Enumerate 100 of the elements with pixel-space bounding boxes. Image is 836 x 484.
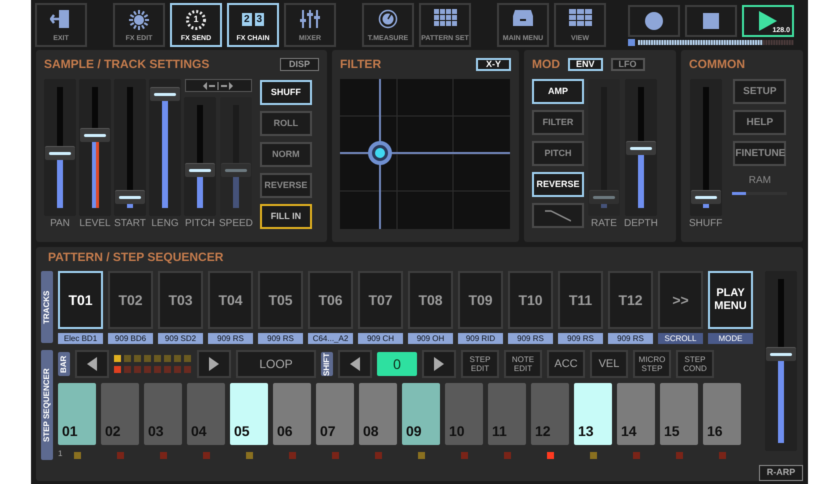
- grid-icon: [434, 9, 456, 26]
- left-triangle-icon: [350, 357, 360, 371]
- fader-label: SHUFF: [689, 219, 722, 229]
- tracks-label: TRACKS: [41, 271, 53, 343]
- play-menu-button[interactable]: PLAY MENU: [708, 271, 753, 329]
- track-button[interactable]: T09: [458, 271, 503, 329]
- chain-slot-number: 3: [254, 12, 264, 26]
- fader-thumb[interactable]: [626, 140, 656, 154]
- edit-button[interactable]: VEL: [590, 350, 628, 378]
- toggle-button[interactable]: FILL IN: [260, 204, 312, 229]
- edit-button[interactable]: STEP COND: [676, 350, 714, 378]
- shift-value: 0: [377, 352, 417, 376]
- step-button[interactable]: 15: [660, 383, 698, 445]
- track-sample-name: 909 BD6: [108, 333, 153, 344]
- edit-button[interactable]: MICRO STEP: [633, 350, 671, 378]
- track-button[interactable]: T10: [508, 271, 553, 329]
- disp-button[interactable]: DISP: [280, 58, 319, 70]
- step-button[interactable]: 16: [703, 383, 741, 445]
- fader-thumb[interactable]: [45, 146, 75, 160]
- curve-shape-button[interactable]: [532, 203, 584, 228]
- left-right-arrows-icon: [203, 82, 234, 90]
- panel-title: MOD: [532, 58, 560, 70]
- fader-label: RATE: [591, 219, 617, 229]
- menu-button[interactable]: HELP: [733, 110, 786, 135]
- step-button[interactable]: 14: [617, 383, 655, 445]
- edit-button[interactable]: ACC: [547, 350, 585, 378]
- track-button[interactable]: T03: [158, 271, 203, 329]
- track-sample-name: 909 RID: [458, 333, 503, 344]
- panel-title: PATTERN / STEP SEQUENCER: [48, 251, 224, 263]
- bar-label: BAR: [58, 352, 70, 376]
- r-arp-button[interactable]: R-ARP: [759, 465, 803, 481]
- track-sample-name: 909 RS: [558, 333, 603, 344]
- fader-thumb[interactable]: [150, 87, 180, 101]
- edit-button[interactable]: STEP EDIT: [461, 350, 499, 378]
- door-arrow-icon: [50, 9, 72, 29]
- next-bar-button[interactable]: [197, 350, 231, 378]
- shift-label: SHIFT: [321, 352, 333, 376]
- mod-tab[interactable]: LFO: [610, 58, 645, 70]
- track-sample-name: 909 RS: [608, 333, 653, 344]
- toggle-button[interactable]: SHUFF: [260, 80, 312, 105]
- chain-slot-number: 2: [242, 12, 252, 26]
- fader-label: SPEED: [219, 219, 253, 229]
- track-button[interactable]: T08: [408, 271, 453, 329]
- toggle-button[interactable]: AMP: [532, 79, 584, 104]
- step-button[interactable]: 01: [58, 383, 96, 445]
- scroll-button[interactable]: >>: [658, 271, 703, 329]
- ramp-line-icon: [545, 210, 571, 222]
- edit-button[interactable]: NOTE EDIT: [504, 350, 542, 378]
- fader-thumb[interactable]: [80, 128, 110, 142]
- track-button[interactable]: T06: [308, 271, 353, 329]
- track-sample-name: 909 CH: [358, 333, 403, 344]
- menu-button[interactable]: SETUP: [733, 79, 786, 104]
- fader-thumb[interactable]: [766, 346, 796, 360]
- menu-button[interactable]: FINETUNE: [733, 141, 786, 166]
- track-button[interactable]: T12: [608, 271, 653, 329]
- track-sample-name: 909 RS: [258, 333, 303, 344]
- toggle-button[interactable]: REVERSE: [260, 173, 312, 198]
- ram-label: RAM: [748, 176, 771, 186]
- fader-label: LEVEL: [79, 219, 111, 229]
- loop-button[interactable]: LOOP: [236, 350, 316, 378]
- track-button[interactable]: T07: [358, 271, 403, 329]
- track-sample-name: 909 SD2: [158, 333, 203, 344]
- panel-title: COMMON: [689, 58, 745, 70]
- toggle-button[interactable]: REVERSE: [532, 172, 584, 197]
- fader-thumb[interactable]: [185, 162, 215, 177]
- window-grid-icon: [568, 9, 592, 26]
- track-button[interactable]: T04: [208, 271, 253, 329]
- toggle-button[interactable]: NORM: [260, 142, 312, 167]
- fader-label: START: [114, 219, 146, 229]
- mod-tab[interactable]: ENV: [568, 58, 603, 70]
- step-button[interactable]: 13: [574, 383, 612, 445]
- fader-label: LENG: [151, 219, 179, 229]
- arrow-buttons[interactable]: [184, 79, 252, 92]
- record-button[interactable]: [628, 4, 680, 36]
- xy-mode-button[interactable]: X-Y: [476, 58, 511, 70]
- toggle-button[interactable]: PITCH: [532, 141, 584, 166]
- shift-left-button[interactable]: [338, 350, 372, 378]
- toggle-button[interactable]: ROLL: [260, 111, 312, 136]
- track-button[interactable]: T02: [108, 271, 153, 329]
- stop-button[interactable]: [685, 4, 737, 36]
- track-button[interactable]: T05: [258, 271, 303, 329]
- step-button[interactable]: 08: [359, 383, 397, 445]
- step-button[interactable]: 06: [273, 383, 311, 445]
- circle-icon: [644, 10, 664, 30]
- track-button[interactable]: T11: [558, 271, 603, 329]
- track-button[interactable]: T01: [58, 271, 103, 329]
- faders-icon: [299, 9, 321, 29]
- track-sample-name: C64..._A2: [308, 333, 353, 344]
- toggle-button[interactable]: FILTER: [532, 110, 584, 135]
- panel-title: SAMPLE / TRACK SETTINGS: [44, 58, 210, 70]
- step-button[interactable]: 07: [316, 383, 354, 445]
- previous-bar-button[interactable]: [75, 350, 109, 378]
- shift-right-button[interactable]: [422, 350, 456, 378]
- step-sequencer-label: STEP SEQUENCER: [41, 350, 53, 460]
- step-button[interactable]: 09: [402, 383, 440, 445]
- fader-thumb[interactable]: [690, 190, 721, 204]
- drawer-icon: [512, 9, 534, 27]
- fader-thumb[interactable]: [115, 190, 145, 204]
- mode-caption: MODE: [708, 333, 753, 344]
- step-button[interactable]: 05: [230, 383, 268, 445]
